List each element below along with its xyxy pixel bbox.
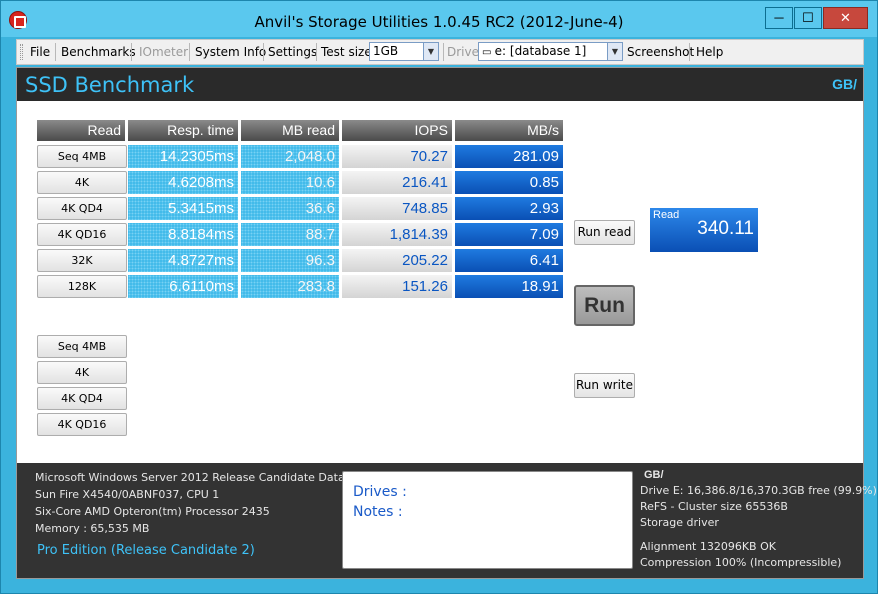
menu-screenshot[interactable]: Screenshot bbox=[627, 45, 694, 59]
chevron-down-icon[interactable]: ▼ bbox=[607, 43, 622, 60]
resp-time-cell: 4.6208ms bbox=[128, 171, 238, 194]
resp-time-cell: 8.8184ms bbox=[128, 223, 238, 246]
toolbar-separator bbox=[689, 43, 690, 61]
iops-cell: 748.85 bbox=[342, 197, 452, 220]
system-cpu-line: Six-Core AMD Opteron(tm) Processor 2435 bbox=[35, 505, 270, 518]
score-label: Read bbox=[653, 209, 680, 221]
run-button[interactable]: Run bbox=[574, 285, 635, 326]
iops-cell: 70.27 bbox=[342, 145, 452, 168]
menu-benchmarks[interactable]: Benchmarks bbox=[61, 45, 136, 59]
menu-toolbar: File Benchmarks IOmeter System Info Sett… bbox=[16, 39, 864, 65]
mb-read-cell: 88.7 bbox=[241, 223, 339, 246]
menu-settings[interactable]: Settings bbox=[268, 45, 317, 59]
read-score-panel: Read 340.11 bbox=[650, 208, 758, 252]
minimize-button[interactable]: ─ bbox=[765, 7, 793, 29]
drive-value: e: [database 1] bbox=[494, 44, 587, 58]
mb-read-cell: 10.6 bbox=[241, 171, 339, 194]
mbs-cell: 0.85 bbox=[455, 171, 563, 194]
write-test-4k-qd4-button[interactable]: 4K QD4 bbox=[37, 387, 127, 410]
read-test-4k-button[interactable]: 4K bbox=[37, 171, 127, 194]
mbs-cell: 281.09 bbox=[455, 145, 563, 168]
col-header-iops: IOPS bbox=[342, 120, 452, 141]
drive-driver-line: Storage driver bbox=[640, 516, 719, 529]
toolbar-separator bbox=[189, 43, 190, 61]
drive-fs-line: ReFS - Cluster size 65536B bbox=[640, 500, 788, 513]
drives-label: Drives : bbox=[353, 484, 407, 500]
mbs-cell: 2.93 bbox=[455, 197, 563, 220]
iops-cell: 216.41 bbox=[342, 171, 452, 194]
toolbar-separator bbox=[316, 43, 317, 61]
menu-help[interactable]: Help bbox=[696, 45, 723, 59]
mbs-cell: 6.41 bbox=[455, 249, 563, 272]
iops-cell: 205.22 bbox=[342, 249, 452, 272]
col-header-resp-time: Resp. time bbox=[128, 120, 238, 141]
drive-info-unit: GB/ bbox=[644, 469, 664, 481]
panel-header: SSD Benchmark GB/ bbox=[17, 68, 863, 101]
edition-label: Pro Edition (Release Candidate 2) bbox=[37, 543, 255, 558]
app-window: Anvil's Storage Utilities 1.0.45 RC2 (20… bbox=[0, 0, 878, 594]
mb-read-cell: 96.3 bbox=[241, 249, 339, 272]
read-test-4k-qd4-button[interactable]: 4K QD4 bbox=[37, 197, 127, 220]
test-size-select[interactable]: 1GB ▼ bbox=[369, 42, 439, 61]
system-os-line: Microsoft Windows Server 2012 Release Ca… bbox=[35, 471, 381, 484]
title-bar[interactable]: Anvil's Storage Utilities 1.0.45 RC2 (20… bbox=[1, 1, 877, 37]
iops-cell: 151.26 bbox=[342, 275, 452, 298]
run-read-button[interactable]: Run read bbox=[574, 220, 635, 245]
test-size-label: Test size bbox=[321, 45, 372, 59]
panel-unit: GB/ bbox=[832, 76, 857, 92]
read-test-seq4mb-button[interactable]: Seq 4MB bbox=[37, 145, 127, 168]
panel-title: SSD Benchmark bbox=[25, 73, 195, 97]
read-test-128k-button[interactable]: 128K bbox=[37, 275, 127, 298]
resp-time-cell: 14.2305ms bbox=[128, 145, 238, 168]
notes-label: Notes : bbox=[353, 504, 403, 520]
maximize-button[interactable]: ☐ bbox=[794, 7, 822, 29]
col-header-mbs: MB/s bbox=[455, 120, 563, 141]
resp-time-cell: 4.8727ms bbox=[128, 249, 238, 272]
mb-read-cell: 36.6 bbox=[241, 197, 339, 220]
resp-time-cell: 5.3415ms bbox=[128, 197, 238, 220]
score-value: 340.11 bbox=[697, 218, 754, 239]
write-test-4k-button[interactable]: 4K bbox=[37, 361, 127, 384]
toolbar-grip[interactable] bbox=[20, 44, 23, 60]
run-write-button[interactable]: Run write bbox=[574, 373, 635, 398]
drive-alignment-line: Alignment 132096KB OK bbox=[640, 540, 776, 553]
info-footer: Microsoft Windows Server 2012 Release Ca… bbox=[17, 463, 877, 578]
drive-icon: ▭ bbox=[482, 47, 495, 58]
mb-read-cell: 2,048.0 bbox=[241, 145, 339, 168]
read-test-32k-button[interactable]: 32K bbox=[37, 249, 127, 272]
mbs-cell: 18.91 bbox=[455, 275, 563, 298]
drive-label: Drive bbox=[447, 45, 479, 59]
col-header-read: Read bbox=[37, 120, 125, 141]
menu-file[interactable]: File bbox=[30, 45, 50, 59]
drive-select[interactable]: ▭ e: [database 1] ▼ bbox=[478, 42, 623, 61]
system-memory-line: Memory : 65,535 MB bbox=[35, 522, 150, 535]
mbs-cell: 7.09 bbox=[455, 223, 563, 246]
write-test-seq4mb-button[interactable]: Seq 4MB bbox=[37, 335, 127, 358]
toolbar-separator bbox=[131, 43, 132, 61]
chevron-down-icon[interactable]: ▼ bbox=[423, 43, 438, 60]
system-host-line: Sun Fire X4540/0ABNF037, CPU 1 bbox=[35, 488, 220, 501]
col-header-mb-read: MB read bbox=[241, 120, 339, 141]
mb-read-cell: 283.8 bbox=[241, 275, 339, 298]
read-test-4k-qd16-button[interactable]: 4K QD16 bbox=[37, 223, 127, 246]
menu-iometer[interactable]: IOmeter bbox=[139, 45, 188, 59]
write-test-4k-qd16-button[interactable]: 4K QD16 bbox=[37, 413, 127, 436]
main-panel: SSD Benchmark GB/ Read Resp. time MB rea… bbox=[16, 67, 877, 579]
drive-free-line: Drive E: 16,386.8/16,370.3GB free (99.9%… bbox=[640, 484, 877, 497]
drive-compression-line: Compression 100% (Incompressible) bbox=[640, 556, 842, 569]
test-size-value: 1GB bbox=[373, 44, 399, 58]
window-title: Anvil's Storage Utilities 1.0.45 RC2 (20… bbox=[254, 13, 624, 31]
menu-system-info[interactable]: System Info bbox=[195, 45, 266, 59]
toolbar-separator bbox=[263, 43, 264, 61]
resp-time-cell: 6.6110ms bbox=[128, 275, 238, 298]
toolbar-separator bbox=[443, 43, 444, 61]
toolbar-separator bbox=[55, 43, 56, 61]
notes-box[interactable]: Drives : Notes : bbox=[342, 471, 633, 569]
close-button[interactable]: ✕ bbox=[823, 7, 868, 29]
iops-cell: 1,814.39 bbox=[342, 223, 452, 246]
